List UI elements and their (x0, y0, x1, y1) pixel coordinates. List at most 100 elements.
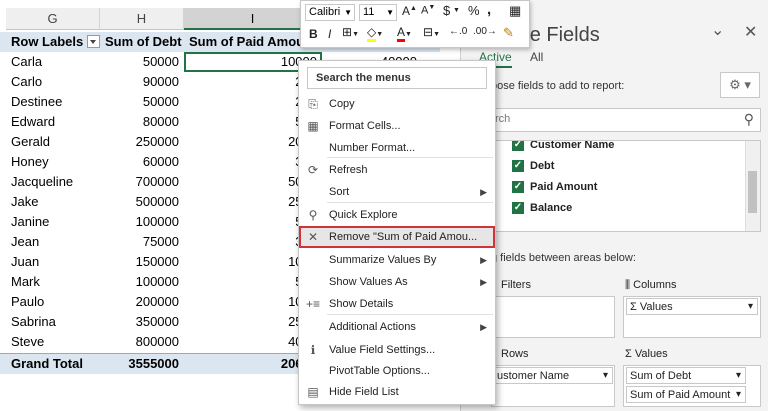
values-sum-debt-item[interactable]: Sum of Debt (626, 367, 746, 384)
menu-item[interactable]: PivotTable Options... (299, 360, 495, 382)
debt-cell[interactable]: 80000 (100, 112, 184, 132)
borders-dropdown-icon[interactable]: ⊟▼ (423, 25, 440, 39)
row-label-cell[interactable]: Destinee (6, 92, 100, 112)
row-label-cell[interactable]: Sabrina (6, 312, 100, 332)
debt-cell[interactable]: 75000 (100, 232, 184, 252)
menu-item[interactable]: ▦ Format Cells... (299, 115, 495, 137)
row-label-cell[interactable]: Paulo (6, 292, 100, 312)
row-label-cell[interactable]: Carla (6, 52, 100, 72)
field-checkbox-item[interactable]: ✓ Debt (512, 156, 614, 177)
row-label-cell[interactable]: Jake (6, 192, 100, 212)
debt-cell[interactable]: 500000 (100, 192, 184, 212)
rows-drop-area[interactable]: ustomer Name (491, 365, 615, 407)
field-label: Debt (530, 160, 555, 172)
field-checkbox-item[interactable]: ✓ Balance (512, 198, 614, 219)
currency-button[interactable]: $ (443, 3, 450, 18)
close-icon[interactable]: ✕ (744, 22, 757, 42)
filters-drop-area[interactable] (491, 296, 615, 338)
row-label-cell[interactable]: Jean (6, 232, 100, 252)
row-label-cell[interactable]: Carlo (6, 72, 100, 92)
bold-button[interactable]: B (309, 27, 318, 41)
menu-item[interactable]: ▤ Hide Field List (299, 381, 495, 403)
menu-item[interactable]: ⟳ Refresh (299, 159, 495, 181)
row-label-cell[interactable]: Honey (6, 152, 100, 172)
row-label-cell[interactable]: Juan (6, 252, 100, 272)
row-label-cell[interactable]: Jacqueline (6, 172, 100, 192)
columns-values-item[interactable]: Σ Values (626, 298, 758, 315)
checkbox-checked-icon[interactable]: ✓ (512, 160, 524, 173)
debt-cell[interactable]: 50000 (100, 92, 184, 112)
debt-cell[interactable]: 250000 (100, 132, 184, 152)
fill-color-icon[interactable]: ◇▼ (367, 25, 383, 42)
menu-item[interactable]: Summarize Values By ▶ (299, 249, 495, 271)
column-header-h[interactable]: H (100, 8, 184, 30)
values-area-label: Σ Values (625, 348, 668, 360)
values-drop-area[interactable]: Sum of Debt Sum of Paid Amount (623, 365, 761, 407)
debt-cell[interactable]: 350000 (100, 312, 184, 332)
debt-cell[interactable]: 60000 (100, 152, 184, 172)
font-name-select[interactable]: Calibri ▼ (305, 4, 355, 21)
menu-item-label: Copy (329, 98, 355, 110)
row-label-cell[interactable]: Janine (6, 212, 100, 232)
borders-icon[interactable]: ⊞▼ (342, 25, 359, 39)
format-table-icon[interactable]: ▦ (509, 3, 521, 19)
percent-button[interactable]: % (468, 3, 480, 18)
row-label-cell[interactable]: Steve (6, 332, 100, 352)
menu-item[interactable]: ✕ Remove "Sum of Paid Amou... (299, 226, 495, 248)
menu-item[interactable]: Sort ▶ (299, 181, 495, 203)
field-checkbox-item[interactable]: ✓ Paid Amount (512, 177, 614, 198)
row-label-cell[interactable]: Mark (6, 272, 100, 292)
font-color-icon[interactable]: A▼ (397, 25, 412, 42)
field-search-input[interactable]: rch ⚲ (491, 108, 761, 132)
chevron-down-icon[interactable]: ⌄ (711, 20, 724, 40)
rows-customer-name-item[interactable]: ustomer Name (493, 367, 613, 384)
debt-cell[interactable]: 700000 (100, 172, 184, 192)
settings-gear-icon[interactable]: ⚙ ▾ (720, 72, 760, 98)
menu-item[interactable]: ⎘ Copy (299, 93, 495, 115)
grand-total-debt[interactable]: 3555000 (100, 354, 184, 374)
decrease-decimal-icon[interactable]: .00→ (473, 26, 497, 37)
menu-item-label: Number Format... (329, 142, 416, 154)
debt-cell[interactable]: 150000 (100, 252, 184, 272)
decrease-font-icon[interactable]: A▼ (421, 4, 435, 17)
increase-font-icon[interactable]: A▲ (402, 4, 417, 18)
submenu-arrow-icon: ▶ (480, 255, 487, 265)
column-header-g[interactable]: G (6, 8, 100, 30)
menu-item[interactable]: +≡ Show Details (299, 293, 495, 315)
row-label-cell[interactable]: Gerald (6, 132, 100, 152)
currency-dropdown-icon[interactable]: ▼ (453, 7, 460, 14)
debt-cell[interactable]: 100000 (100, 272, 184, 292)
menu-item[interactable]: ℹ Value Field Settings... (299, 339, 495, 361)
menu-item[interactable]: Show Values As ▶ (299, 271, 495, 293)
italic-button[interactable]: I (328, 27, 331, 41)
checkbox-checked-icon[interactable]: ✓ (512, 141, 524, 152)
field-list-scrollbar[interactable] (745, 141, 760, 231)
comma-style-button[interactable]: , (487, 1, 491, 18)
menu-item[interactable]: Additional Actions ▶ (299, 316, 495, 338)
debt-cell[interactable]: 200000 (100, 292, 184, 312)
tab-all[interactable]: All (530, 50, 543, 64)
grand-total-label[interactable]: Grand Total (6, 354, 100, 374)
debt-cell[interactable]: 50000 (100, 52, 184, 72)
field-label: Paid Amount (530, 181, 598, 193)
sigma-icon: Σ (625, 348, 635, 360)
debt-cell[interactable]: 90000 (100, 72, 184, 92)
filter-dropdown-icon[interactable] (87, 35, 100, 49)
values-sum-paid-item[interactable]: Sum of Paid Amount (626, 386, 746, 403)
menu-item[interactable]: ⚲ Quick Explore (299, 204, 495, 226)
columns-drop-area[interactable]: Σ Values (623, 296, 761, 338)
row-labels-header[interactable]: Row Labels (6, 32, 100, 52)
menu-item[interactable]: Number Format... (299, 137, 495, 159)
search-icon[interactable]: ⚲ (744, 111, 754, 128)
row-label-cell[interactable]: Edward (6, 112, 100, 132)
field-checkbox-item[interactable]: ✓ Customer Name (512, 141, 614, 156)
increase-decimal-icon[interactable]: ←.0 (449, 26, 467, 37)
menu-search-box[interactable]: Search the menus (307, 67, 487, 89)
debt-cell[interactable]: 800000 (100, 332, 184, 352)
format-painter-icon[interactable]: ✎ (503, 25, 514, 41)
sum-debt-header[interactable]: Sum of Debt (100, 32, 184, 52)
font-size-select[interactable]: 11 ▼ (359, 4, 397, 21)
checkbox-checked-icon[interactable]: ✓ (512, 181, 524, 194)
debt-cell[interactable]: 100000 (100, 212, 184, 232)
checkbox-checked-icon[interactable]: ✓ (512, 202, 524, 215)
